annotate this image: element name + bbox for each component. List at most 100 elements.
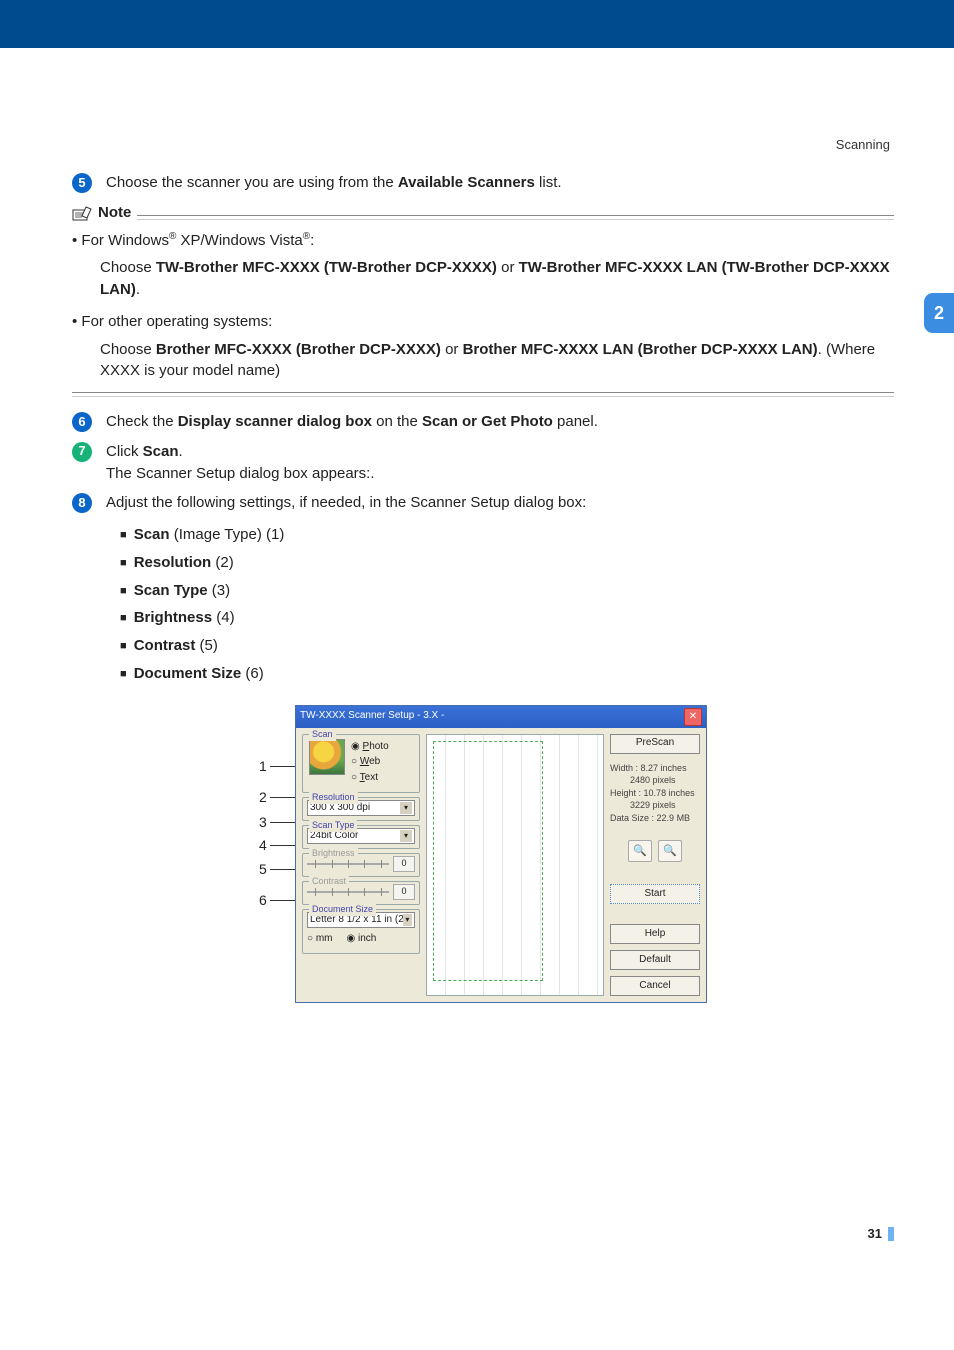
sub2-pre: Choose <box>100 341 156 358</box>
chevron-down-icon: ▾ <box>400 830 412 842</box>
scan-thumbnail <box>309 739 345 775</box>
section-header: Scanning <box>836 136 890 155</box>
s6-mid: on the <box>372 413 422 430</box>
step-5-body: Choose the scanner you are using from th… <box>106 172 894 194</box>
note-b1-mid: XP/Windows Vista <box>176 232 302 249</box>
scanner-dialog-figure: 1 2 3 4 5 6 TW-XXXX Scanner Setup - 3.X … <box>72 705 894 1004</box>
callout-3: 3 <box>259 811 295 835</box>
setting-resolution: Resolution (2) <box>120 552 894 574</box>
dialog-title: TW-XXXX Scanner Setup - 3.X - <box>300 709 684 724</box>
step-number-5: 5 <box>72 173 92 193</box>
note-icon <box>72 204 94 222</box>
scantype-legend: Scan Type <box>309 819 357 832</box>
s7-b: Scan <box>143 443 179 460</box>
help-button[interactable]: Help <box>610 924 700 944</box>
note-sub-2: Choose Brother MFC-XXXX (Brother DCP-XXX… <box>100 339 894 383</box>
note-b1-post: : <box>310 232 314 249</box>
prescan-button[interactable]: PreScan <box>610 734 700 754</box>
sub1-pre: Choose <box>100 259 156 276</box>
brightness-legend: Brightness <box>309 847 358 860</box>
step-8: 8 Adjust the following settings, if need… <box>72 492 894 514</box>
chevron-down-icon: ▾ <box>400 802 412 814</box>
note-bullet-1: For Windows® XP/Windows Vista®: Choose T… <box>86 230 894 301</box>
step-number-6: 6 <box>72 412 92 432</box>
note-rule <box>137 215 894 220</box>
radio-web[interactable]: ○ Web <box>351 755 389 770</box>
s6-post: panel. <box>553 413 598 430</box>
resolution-fieldset: Resolution 300 x 300 dpi▾ <box>302 797 420 821</box>
chevron-down-icon: ▾ <box>403 914 412 926</box>
contrast-legend: Contrast <box>309 875 349 888</box>
dialog-titlebar[interactable]: TW-XXXX Scanner Setup - 3.X - ✕ <box>296 706 706 728</box>
radio-text[interactable]: ○ Text <box>351 771 389 786</box>
contrast-fieldset: Contrast 0 <box>302 881 420 905</box>
zoom-out-icon[interactable]: 🔍 <box>658 840 682 862</box>
brightness-value: 0 <box>393 856 415 872</box>
callout-5: 5 <box>259 857 295 883</box>
step-7: 7 Click Scan. The Scanner Setup dialog b… <box>72 441 894 485</box>
s7-line2: The Scanner Setup dialog box appears:. <box>106 463 894 485</box>
default-button[interactable]: Default <box>610 950 700 970</box>
dimension-info: Width : 8.27 inches 2480 pixels Height :… <box>610 762 700 825</box>
start-button[interactable]: Start <box>610 884 700 904</box>
setting-brightness: Brightness (4) <box>120 607 894 629</box>
note-title: Note <box>98 202 131 224</box>
setting-scan: Scan (Image Type) (1) <box>120 524 894 546</box>
zoom-in-icon[interactable]: 🔍 <box>628 840 652 862</box>
scan-legend: Scan <box>309 728 336 741</box>
note-block: Note For Windows® XP/Windows Vista®: Cho… <box>72 202 894 397</box>
note-b1-pre: For Windows <box>81 232 169 249</box>
unit-mm[interactable]: ○ mm <box>307 932 333 947</box>
page-number-bar <box>888 1227 894 1241</box>
resolution-legend: Resolution <box>309 791 358 804</box>
top-header-bar <box>0 0 954 48</box>
sub1-post: . <box>136 281 140 298</box>
step-5-text-pre: Choose the scanner you are using from th… <box>106 174 398 191</box>
step-7-body: Click Scan. The Scanner Setup dialog box… <box>106 441 894 485</box>
docsize-fieldset: Document Size Letter 8 1/2 x 11 in (215.… <box>302 909 420 954</box>
chapter-tab: 2 <box>924 293 954 333</box>
note-end-rule <box>72 392 894 397</box>
step-number-8: 8 <box>72 493 92 513</box>
setting-scantype: Scan Type (3) <box>120 580 894 602</box>
s7-pre: Click <box>106 443 143 460</box>
step-number-7: 7 <box>72 442 92 462</box>
radio-photo[interactable]: ◉ Photo <box>351 740 389 755</box>
scantype-fieldset: Scan Type 24bit Color▾ <box>302 825 420 849</box>
cancel-button[interactable]: Cancel <box>610 976 700 996</box>
s6-pre: Check the <box>106 413 178 430</box>
sub1-b1: TW-Brother MFC-XXXX (TW-Brother DCP-XXXX… <box>156 259 497 276</box>
page-number: 31 <box>868 1225 894 1244</box>
s6-b1: Display scanner dialog box <box>178 413 372 430</box>
docsize-legend: Document Size <box>309 903 376 916</box>
step-6-body: Check the Display scanner dialog box on … <box>106 411 894 433</box>
sub2-or: or <box>441 341 463 358</box>
sub2-b2: Brother MFC-XXXX LAN (Brother DCP-XXXX L… <box>463 341 818 358</box>
sub1-or: or <box>497 259 519 276</box>
step-5: 5 Choose the scanner you are using from … <box>72 172 894 194</box>
unit-inch[interactable]: ◉ inch <box>347 932 377 947</box>
note-b2-text: For other operating systems: <box>81 313 272 330</box>
callout-2: 2 <box>259 785 295 811</box>
callout-4: 4 <box>259 835 295 857</box>
settings-list: Scan (Image Type) (1) Resolution (2) Sca… <box>72 524 894 685</box>
preview-area[interactable] <box>426 734 604 997</box>
setting-contrast: Contrast (5) <box>120 635 894 657</box>
contrast-value: 0 <box>393 884 415 900</box>
note-sub-1: Choose TW-Brother MFC-XXXX (TW-Brother D… <box>100 257 894 301</box>
callout-1: 1 <box>259 749 295 785</box>
brightness-fieldset: Brightness 0 <box>302 853 420 877</box>
step-6: 6 Check the Display scanner dialog box o… <box>72 411 894 433</box>
callout-6: 6 <box>259 883 295 919</box>
s6-b2: Scan or Get Photo <box>422 413 553 430</box>
scan-fieldset: Scan ◉ Photo ○ Web ○ Text <box>302 734 420 794</box>
sub2-b1: Brother MFC-XXXX (Brother DCP-XXXX) <box>156 341 441 358</box>
scanner-setup-dialog: TW-XXXX Scanner Setup - 3.X - ✕ Scan ◉ P… <box>295 705 707 1004</box>
step-5-text-post: list. <box>535 174 562 191</box>
s8-text: Adjust the following settings, if needed… <box>106 494 586 511</box>
close-icon[interactable]: ✕ <box>684 708 702 726</box>
note-bullet-2: For other operating systems: Choose Brot… <box>86 311 894 382</box>
step-8-body: Adjust the following settings, if needed… <box>106 492 894 514</box>
step-5-text-bold: Available Scanners <box>398 174 535 191</box>
setting-docsize: Document Size (6) <box>120 663 894 685</box>
